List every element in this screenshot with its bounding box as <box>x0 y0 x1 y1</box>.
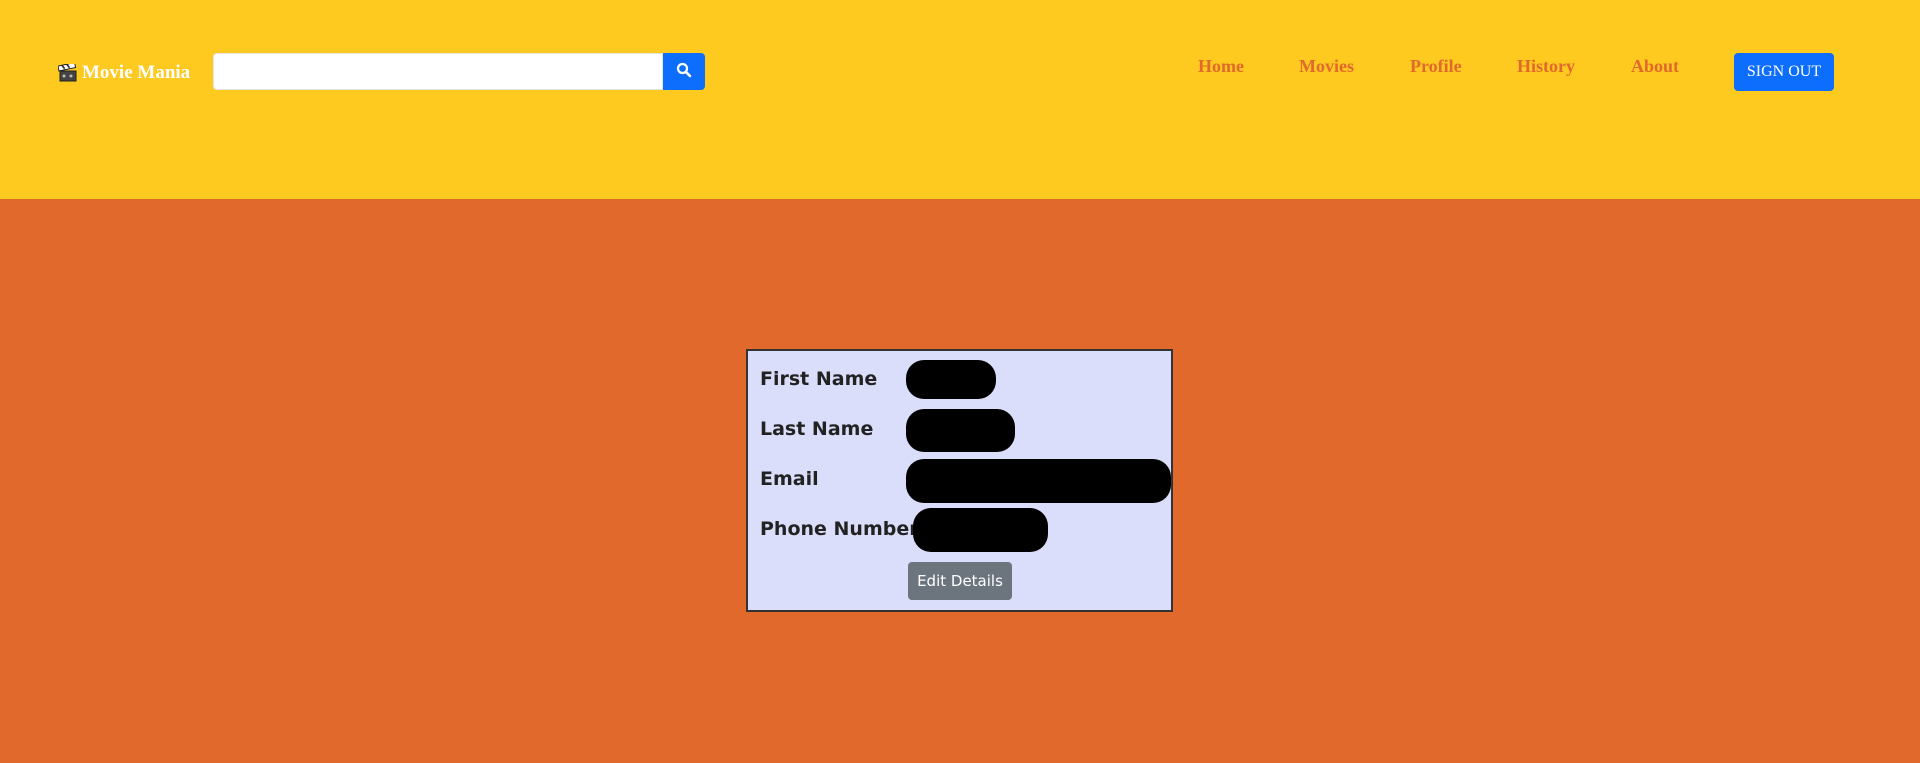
last-name-label: Last Name <box>760 418 874 440</box>
last-name-value <box>906 409 1015 452</box>
clapperboard-icon <box>58 64 78 82</box>
nav-home[interactable]: Home <box>1198 56 1244 77</box>
search-input[interactable] <box>213 53 663 90</box>
email-value <box>906 459 1171 503</box>
top-navbar: Movie Mania Home Movies Profile History … <box>0 0 1920 199</box>
nav-history[interactable]: History <box>1517 56 1575 77</box>
edit-details-button[interactable]: Edit Details <box>908 562 1012 600</box>
phone-number-value <box>913 508 1048 552</box>
first-name-value <box>906 360 996 399</box>
nav-about[interactable]: About <box>1631 56 1679 77</box>
profile-details-card: First Name Last Name Email Phone Number … <box>746 349 1173 612</box>
nav-movies[interactable]: Movies <box>1299 56 1354 77</box>
brand-name: Movie Mania <box>82 62 191 83</box>
search-button[interactable] <box>663 53 705 90</box>
nav-profile[interactable]: Profile <box>1410 56 1462 77</box>
phone-number-label: Phone Number <box>760 518 919 540</box>
first-name-label: First Name <box>760 368 878 390</box>
search-icon <box>676 62 692 81</box>
email-label: Email <box>760 468 819 490</box>
brand-logo[interactable]: Movie Mania <box>58 60 190 86</box>
sign-out-button[interactable]: SIGN OUT <box>1734 53 1834 91</box>
